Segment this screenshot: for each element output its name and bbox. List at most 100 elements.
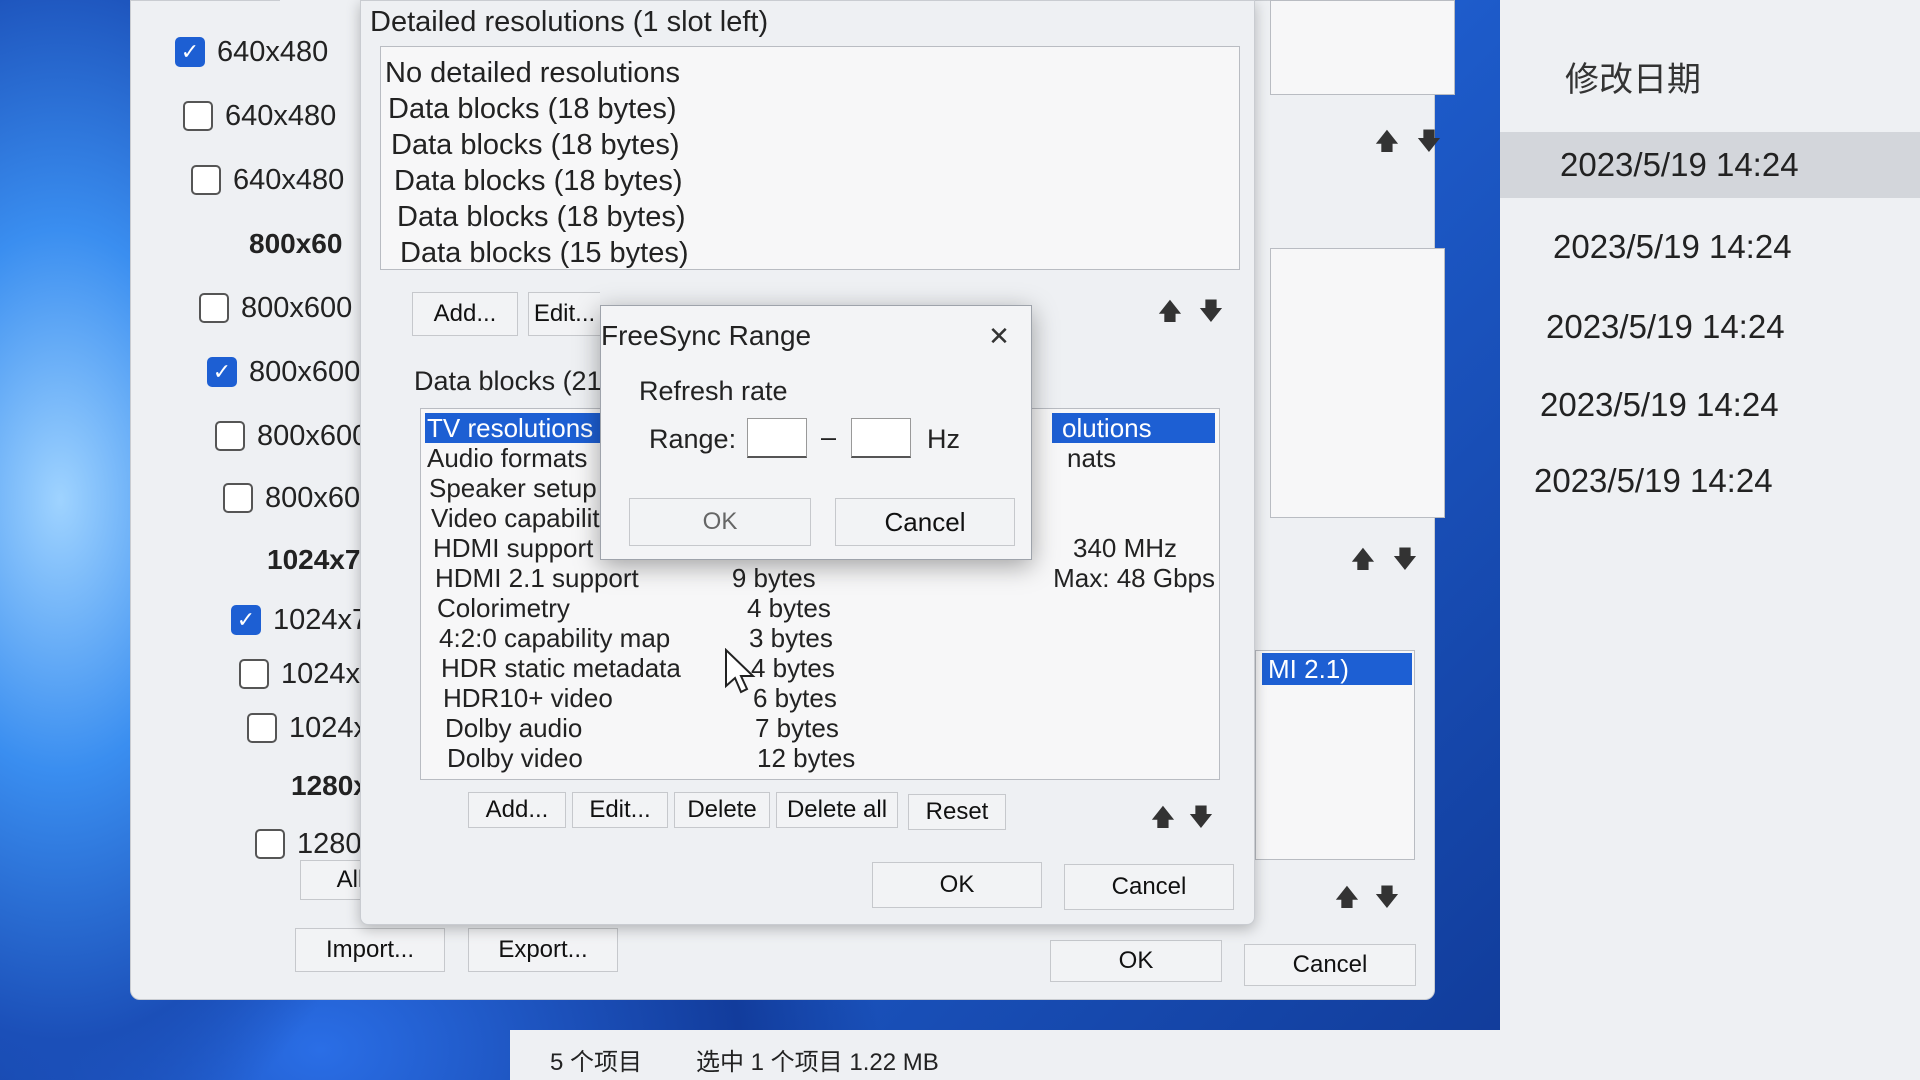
- detailed-resolution-item[interactable]: Data blocks (18 bytes): [385, 163, 689, 199]
- mouse-cursor-icon: [725, 648, 756, 694]
- detailed-resolutions-list[interactable]: No detailed resolutions Data blocks (18 b…: [380, 46, 1240, 270]
- data-blocks-delete-all-button[interactable]: Delete all: [776, 792, 898, 828]
- checkbox-unchecked-icon[interactable]: [191, 165, 221, 195]
- move-down-icon[interactable]: 🡇: [1414, 124, 1444, 165]
- hz-unit-label: Hz: [927, 424, 960, 454]
- data-block-row[interactable]: Dolby video 12 bytes: [425, 743, 1215, 773]
- export-button[interactable]: Export...: [468, 928, 618, 972]
- resolution-checkbox-row[interactable]: 800x600: [223, 476, 376, 520]
- selected-extension-block[interactable]: MI 2.1): [1262, 653, 1412, 685]
- checkbox-unchecked-icon[interactable]: [223, 483, 253, 513]
- move-down-icon[interactable]: 🡇: [1186, 800, 1216, 841]
- checkbox-unchecked-icon[interactable]: [239, 659, 269, 689]
- resolution-checkbox-row[interactable]: ✓ 640x480: [175, 30, 328, 74]
- detailed-add-button[interactable]: Add...: [412, 292, 518, 336]
- data-block-info: [958, 683, 1083, 713]
- resolution-label: 800x600: [249, 355, 361, 388]
- date-modified: 2023/5/19 14:24: [1560, 146, 1799, 183]
- close-icon[interactable]: ✕: [979, 316, 1019, 356]
- data-blocks-reset-button[interactable]: Reset: [908, 794, 1006, 830]
- import-button[interactable]: Import...: [295, 928, 445, 972]
- resolution-checkbox-row[interactable]: 800x600: [215, 414, 368, 458]
- main-cancel-button[interactable]: Cancel: [1244, 944, 1416, 986]
- data-block-name: HDMI 2.1 support: [435, 563, 639, 593]
- checkbox-unchecked-icon[interactable]: [215, 421, 245, 451]
- date-modified: 2023/5/19 14:24: [1534, 462, 1773, 499]
- resolution-label: 640x480: [225, 99, 337, 132]
- resolution-label: 800x600: [241, 291, 353, 324]
- column-header-modified-date[interactable]: 修改日期: [1565, 52, 1701, 101]
- checkbox-checked-icon[interactable]: ✓: [231, 605, 261, 635]
- status-item-count: 5 个项目: [550, 1049, 643, 1076]
- data-block-row[interactable]: HDMI 2.1 support 9 bytes Max: 48 Gbps: [425, 563, 1215, 593]
- resolution-checkbox-row[interactable]: 640x480: [191, 158, 344, 202]
- main-ok-button[interactable]: OK: [1050, 940, 1222, 982]
- main-list-top[interactable]: [1270, 0, 1455, 95]
- freesync-ok-button[interactable]: OK: [629, 498, 811, 546]
- move-down-icon[interactable]: 🡇: [1196, 294, 1226, 335]
- data-blocks-add-button[interactable]: Add...: [468, 792, 566, 828]
- data-block-info: [952, 593, 1077, 623]
- data-blocks-edit-button[interactable]: Edit...: [572, 792, 668, 828]
- move-up-icon[interactable]: 🡅: [1332, 880, 1362, 921]
- explorer-row[interactable]: 2023/5/19 14:24: [1500, 132, 1920, 198]
- data-block-name: HDR10+ video: [443, 683, 613, 713]
- freesync-cancel-button[interactable]: Cancel: [835, 498, 1015, 546]
- data-block-row[interactable]: Colorimetry 4 bytes: [425, 593, 1215, 623]
- resolution-label: 640x480: [233, 163, 345, 196]
- data-block-size: 4 bytes: [747, 593, 831, 623]
- move-up-icon[interactable]: 🡅: [1348, 542, 1378, 583]
- status-selection: 选中 1 个项目 1.22 MB: [696, 1049, 939, 1076]
- move-down-icon[interactable]: 🡇: [1372, 880, 1402, 921]
- detailed-resolution-item[interactable]: No detailed resolutions: [385, 55, 689, 91]
- data-block-size: 12 bytes: [757, 743, 856, 773]
- data-block-size: 3 bytes: [749, 623, 833, 653]
- resolution-checkbox-row[interactable]: 640x480: [183, 94, 336, 138]
- explorer-row[interactable]: 2023/5/19 14:24: [1500, 372, 1920, 438]
- move-up-icon[interactable]: 🡅: [1155, 294, 1185, 335]
- move-up-icon[interactable]: 🡅: [1148, 800, 1178, 841]
- date-modified: 2023/5/19 14:24: [1546, 308, 1785, 345]
- data-block-size: 9 bytes: [731, 563, 816, 593]
- extension-ok-button[interactable]: OK: [872, 862, 1042, 908]
- explorer-row[interactable]: 2023/5/19 14:24: [1500, 448, 1920, 514]
- data-block-name: Colorimetry: [437, 593, 570, 623]
- data-block-row[interactable]: Dolby audio 7 bytes: [425, 713, 1215, 743]
- data-block-info: [956, 653, 1081, 683]
- checkbox-unchecked-icon[interactable]: [199, 293, 229, 323]
- checkbox-unchecked-icon[interactable]: [247, 713, 277, 743]
- explorer-row[interactable]: 2023/5/19 14:24: [1500, 294, 1920, 360]
- main-list-middle[interactable]: [1270, 248, 1445, 518]
- checkbox-unchecked-icon[interactable]: [183, 101, 213, 131]
- move-up-icon[interactable]: 🡅: [1372, 124, 1402, 165]
- explorer-status-bar: 5 个项目 选中 1 个项目 1.22 MB: [510, 1030, 1920, 1080]
- detailed-resolution-item[interactable]: Data blocks (18 bytes): [385, 91, 689, 127]
- explorer-row[interactable]: 2023/5/19 14:24: [1500, 214, 1920, 280]
- resolution-checkbox-row[interactable]: ✓ 800x600: [207, 350, 360, 394]
- checkbox-unchecked-icon[interactable]: [255, 829, 285, 859]
- data-block-name: TV resolutions: [425, 413, 607, 443]
- date-modified: 2023/5/19 14:24: [1540, 386, 1779, 423]
- resolution-checkbox-row[interactable]: 800x600: [199, 286, 352, 330]
- move-down-icon[interactable]: 🡇: [1390, 542, 1420, 583]
- refresh-rate-group-label: Refresh rate: [639, 376, 788, 406]
- main-list-bottom[interactable]: MI 2.1): [1255, 650, 1415, 860]
- extension-cancel-button[interactable]: Cancel: [1064, 864, 1234, 910]
- detailed-resolution-item[interactable]: Data blocks (18 bytes): [385, 199, 689, 235]
- data-block-row[interactable]: 4:2:0 capability map 3 bytes: [425, 623, 1215, 653]
- data-block-info: [954, 623, 1079, 653]
- range-max-input[interactable]: [851, 418, 911, 458]
- data-block-size: 7 bytes: [755, 713, 839, 743]
- data-block-row[interactable]: HDR static metadata 4 bytes: [425, 653, 1215, 683]
- checkbox-checked-icon[interactable]: ✓: [175, 37, 205, 67]
- detailed-edit-button[interactable]: Edit...: [528, 292, 600, 336]
- detailed-resolution-item[interactable]: Data blocks (18 bytes): [385, 127, 689, 163]
- resolution-label: 800x60: [249, 228, 343, 259]
- data-blocks-delete-button[interactable]: Delete: [674, 792, 770, 828]
- data-block-name: Dolby video: [447, 743, 583, 773]
- data-block-size: 4 bytes: [751, 653, 835, 683]
- checkbox-checked-icon[interactable]: ✓: [207, 357, 237, 387]
- data-block-row[interactable]: HDR10+ video 6 bytes: [425, 683, 1215, 713]
- detailed-resolution-item[interactable]: Data blocks (15 bytes): [385, 235, 689, 271]
- range-min-input[interactable]: [747, 418, 807, 458]
